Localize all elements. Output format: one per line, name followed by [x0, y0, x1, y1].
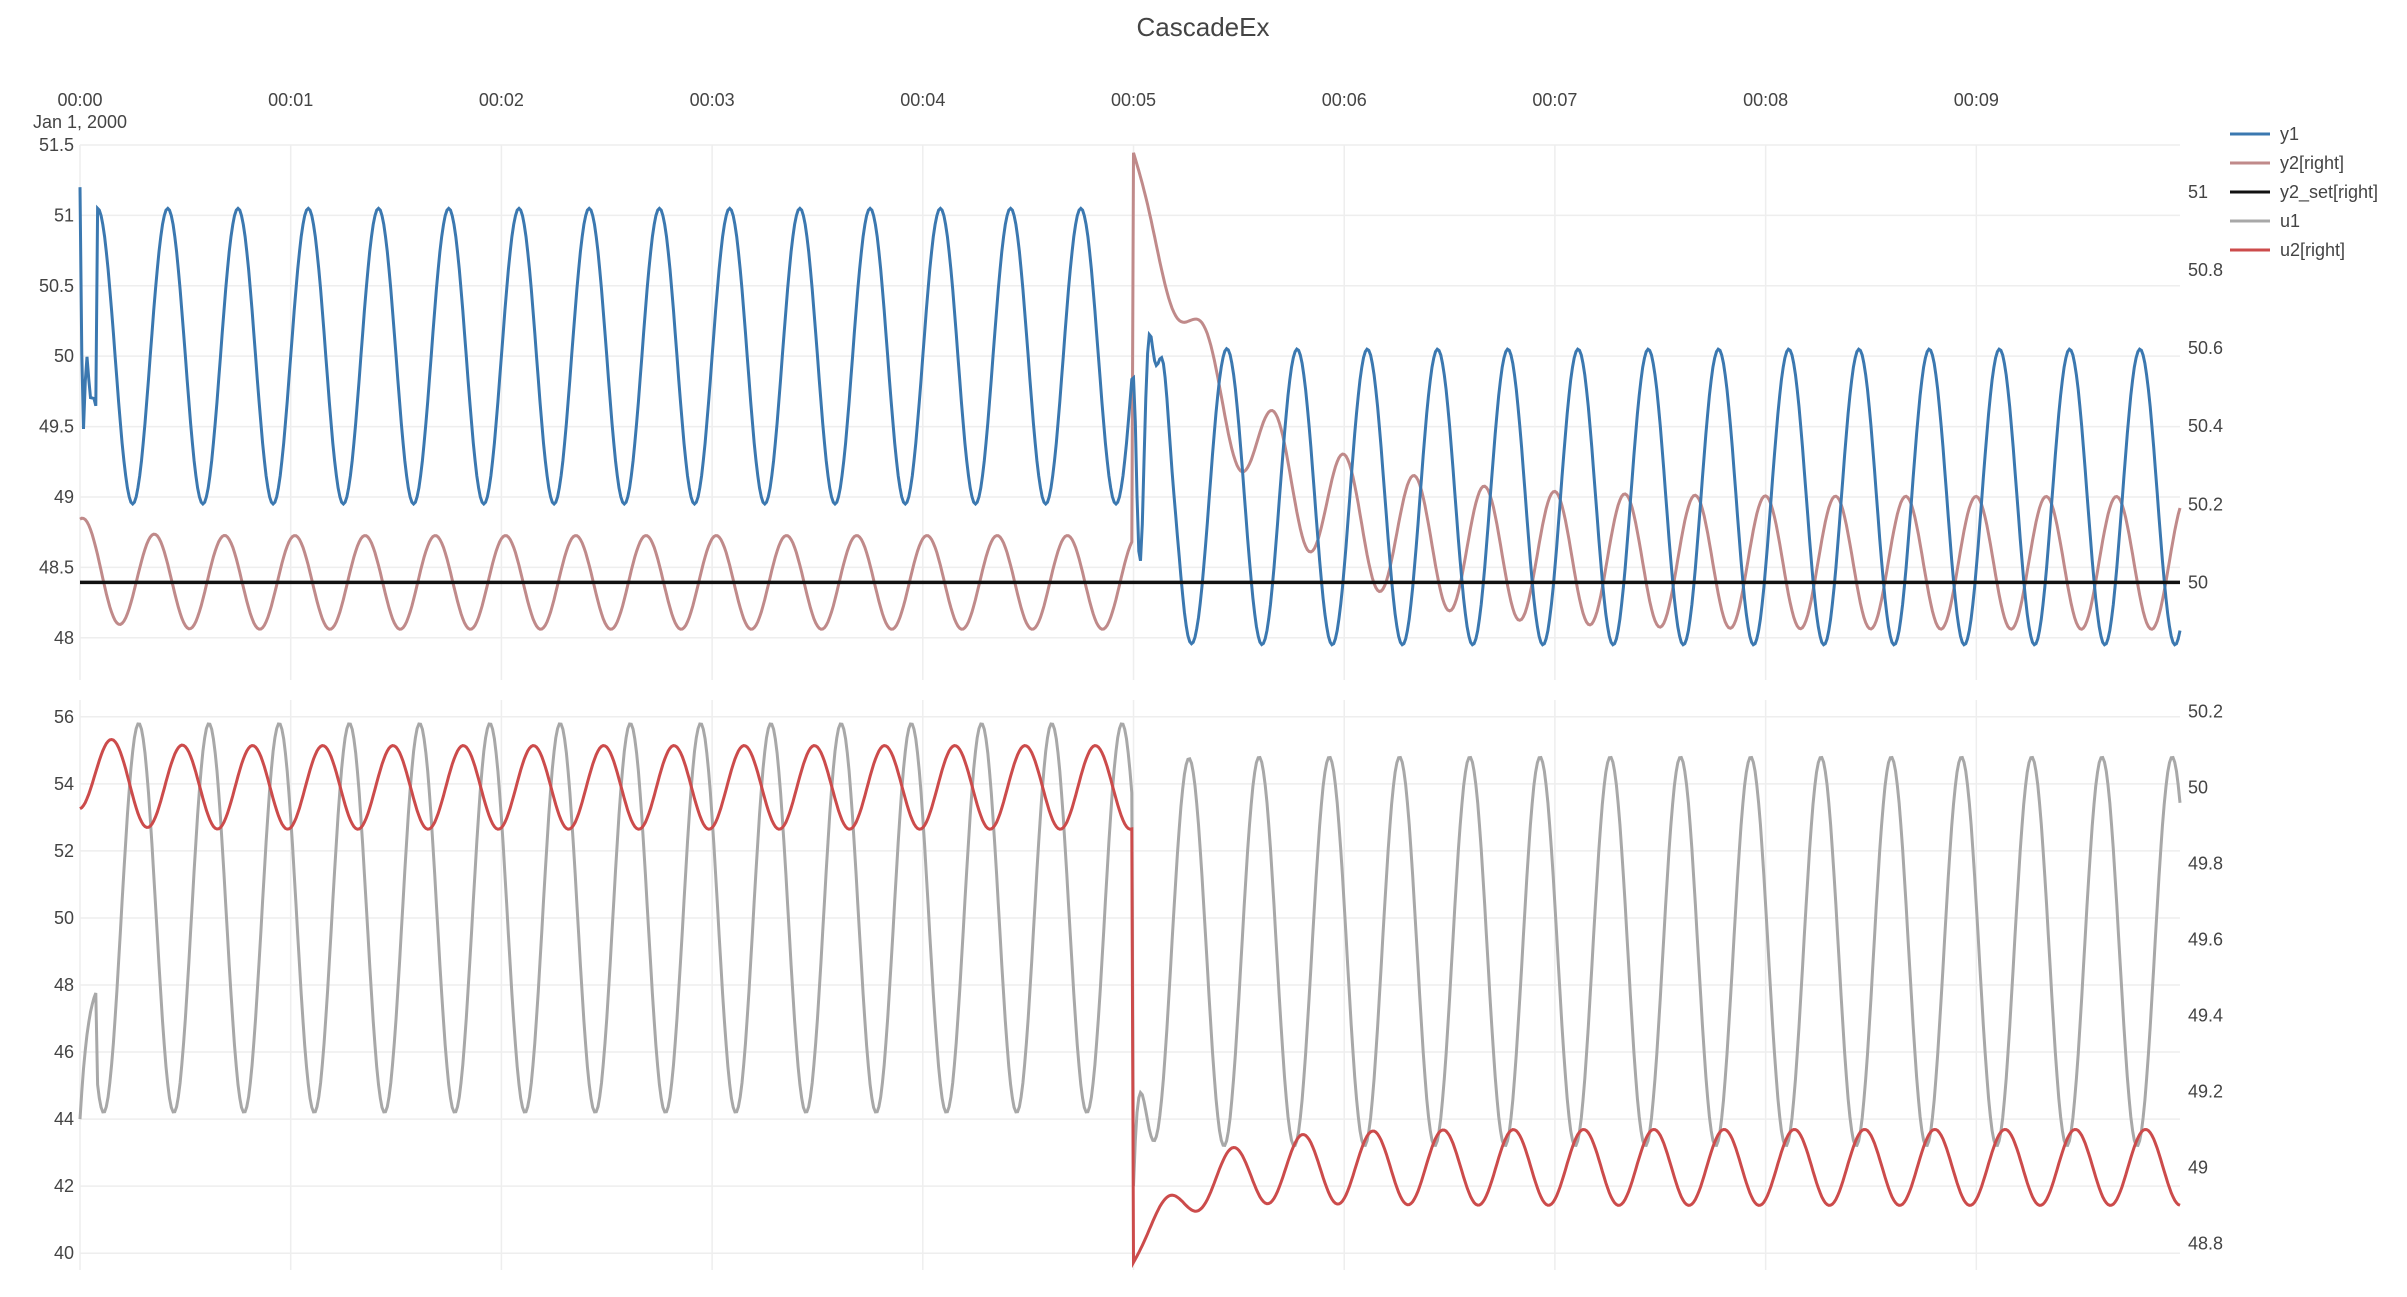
x-tick-label: 00:07: [1532, 90, 1577, 110]
y-right-tick-label: 50.2: [2188, 494, 2223, 514]
y-left-tick-label: 54: [54, 774, 74, 794]
y-left-tick-label: 56: [54, 707, 74, 727]
y-right-tick-label: 50: [2188, 777, 2208, 797]
bottom-left-axis-ticks: 56 54 52 50 48 46 44 42 40: [54, 707, 74, 1263]
y-right-tick-label: 49.4: [2188, 1005, 2223, 1025]
y-right-tick-label: 48.8: [2188, 1233, 2223, 1253]
chart-title: CascadeEx: [1137, 12, 1270, 42]
x-tick-label: 00:02: [479, 90, 524, 110]
y-left-tick-label: 49.5: [39, 417, 74, 437]
y-left-tick-label: 48.5: [39, 557, 74, 577]
y-left-tick-label: 51.5: [39, 135, 74, 155]
y-left-tick-label: 44: [54, 1109, 74, 1129]
y-left-tick-label: 50: [54, 346, 74, 366]
y-right-tick-label: 50.2: [2188, 701, 2223, 721]
x-tick-label: 00:00: [57, 90, 102, 110]
x-tick-label: 00:04: [900, 90, 945, 110]
legend-label: y2[right]: [2280, 153, 2344, 173]
y-right-tick-label: 51: [2188, 182, 2208, 202]
legend[interactable]: y1 y2[right] y2_set[right] u1 u2[right]: [2230, 124, 2378, 260]
x-tick-label: 00:09: [1954, 90, 1999, 110]
series-u2-line: [79, 737, 2181, 1269]
y-right-tick-label: 50.4: [2188, 416, 2223, 436]
x-axis-ticks: 00:00 00:01 00:02 00:03 00:04 00:05 00:06 00:07…: [33, 90, 1999, 132]
y-right-tick-label: 49: [2188, 1157, 2208, 1177]
y-right-tick-label: 49.8: [2188, 853, 2223, 873]
x-tick-label: 00:01: [268, 90, 313, 110]
x-tick-label: 00:06: [1322, 90, 1367, 110]
y-left-tick-label: 50: [54, 908, 74, 928]
y-left-tick-label: 40: [54, 1243, 74, 1263]
legend-label: u2[right]: [2280, 240, 2345, 260]
top-right-axis-ticks: 51 50.8 50.6 50.4 50.2 50: [2188, 182, 2223, 593]
y-left-tick-label: 51: [54, 205, 74, 225]
legend-label: y2_set[right]: [2280, 182, 2378, 203]
y-left-tick-label: 48: [54, 628, 74, 648]
y-right-tick-label: 49.2: [2188, 1081, 2223, 1101]
series-layer: [78, 152, 2182, 1269]
x-tick-label: 00:05: [1111, 90, 1156, 110]
y-right-tick-label: 50.8: [2188, 260, 2223, 280]
y-left-tick-label: 46: [54, 1042, 74, 1062]
legend-item[interactable]: u2[right]: [2230, 240, 2345, 260]
legend-item[interactable]: y1: [2230, 124, 2299, 144]
series-y1-line: [78, 187, 2182, 647]
legend-item[interactable]: y2_set[right]: [2230, 182, 2378, 203]
x-tick-label: 00:03: [690, 90, 735, 110]
y-left-tick-label: 49: [54, 487, 74, 507]
x-date-label: Jan 1, 2000: [33, 112, 127, 132]
legend-item[interactable]: y2[right]: [2230, 153, 2344, 173]
top-left-axis-ticks: 51.5 51 50.5 50 49.5 49 48.5 48: [39, 135, 74, 648]
legend-item[interactable]: u1: [2230, 211, 2300, 231]
y-right-tick-label: 49.6: [2188, 929, 2223, 949]
y-left-tick-label: 42: [54, 1176, 74, 1196]
bottom-right-axis-ticks: 50.2 50 49.8 49.6 49.4 49.2 49 48.8: [2188, 701, 2223, 1253]
cascade-chart: CascadeEx 00:00 00:01 00:02 00:03 00:04 00:05…: [33, 12, 2378, 1270]
y-right-tick-label: 50.6: [2188, 338, 2223, 358]
series-u1-line: [78, 722, 2182, 1187]
y-left-tick-label: 52: [54, 841, 74, 861]
y-left-tick-label: 48: [54, 975, 74, 995]
y-right-tick-label: 50: [2188, 572, 2208, 592]
legend-label: y1: [2280, 124, 2299, 144]
y-left-tick-label: 50.5: [39, 276, 74, 296]
legend-label: u1: [2280, 211, 2300, 231]
x-tick-label: 00:08: [1743, 90, 1788, 110]
